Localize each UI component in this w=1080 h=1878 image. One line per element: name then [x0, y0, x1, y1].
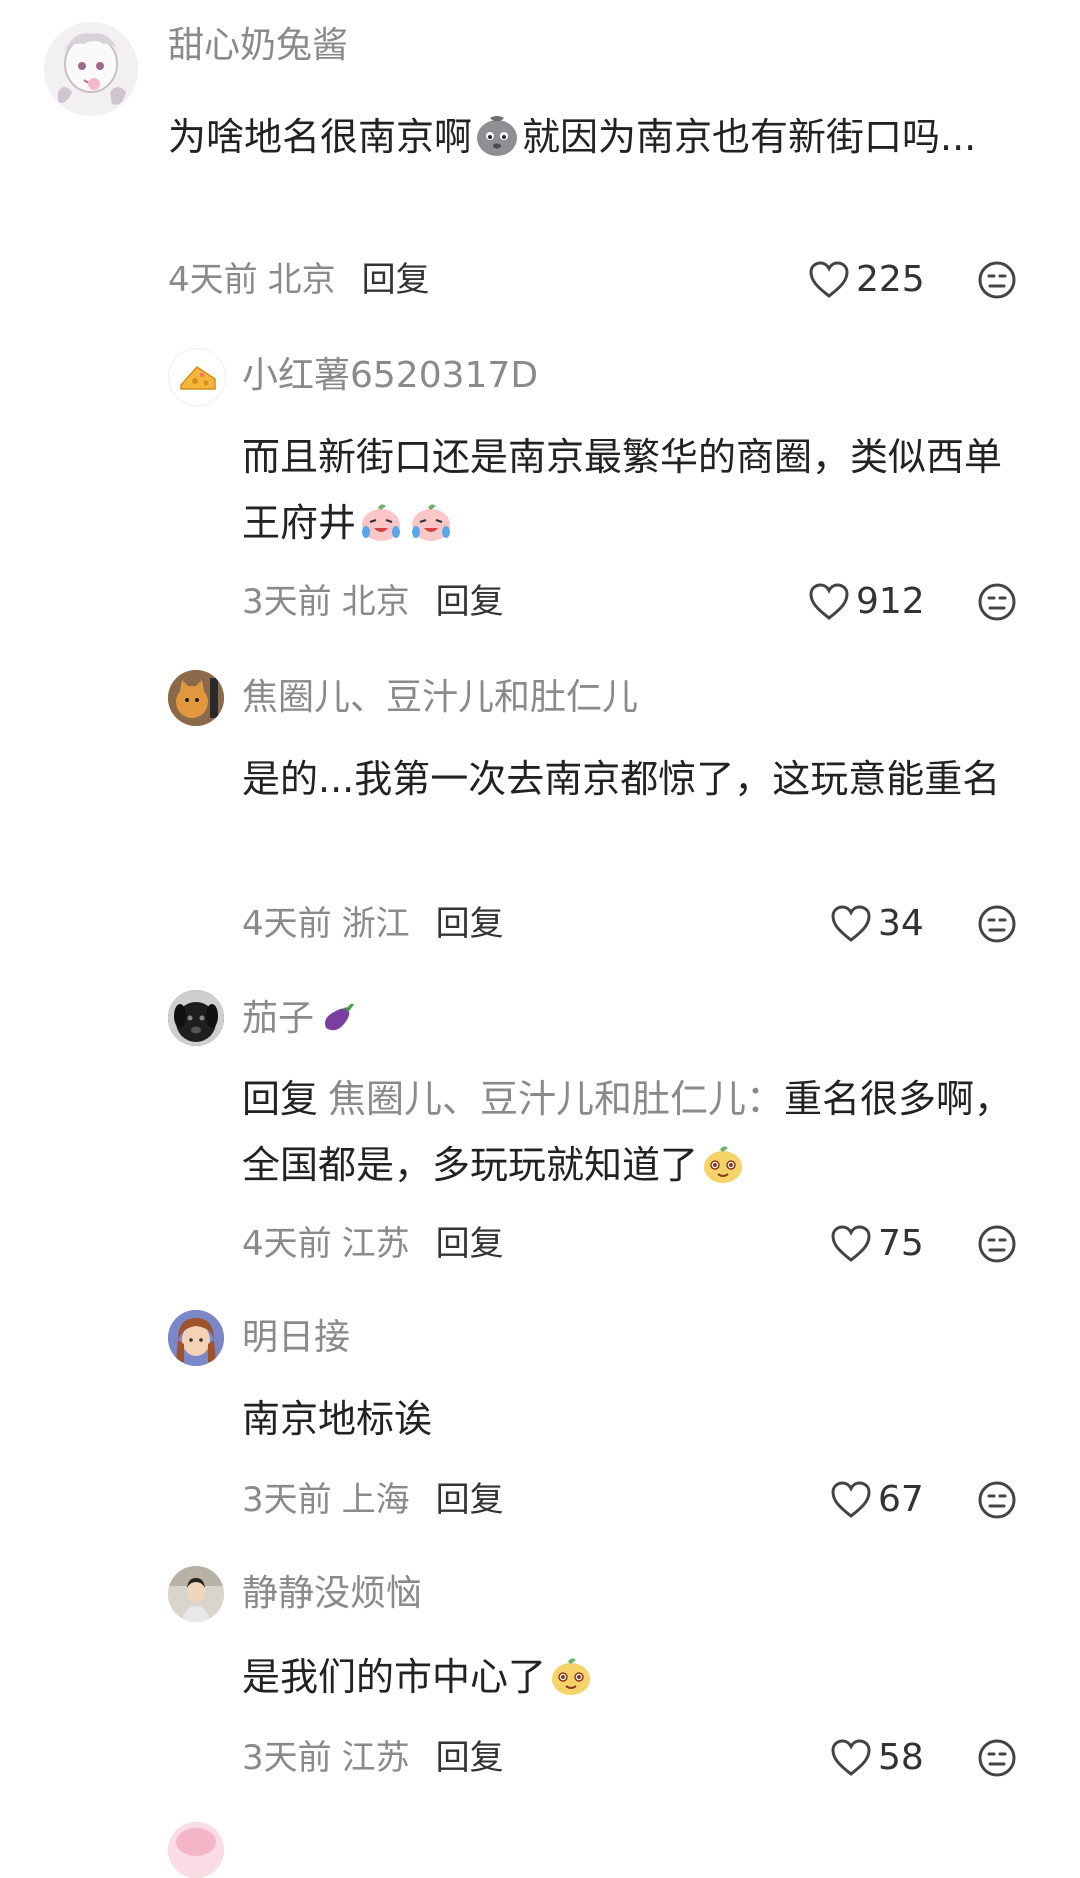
like-count: 67: [878, 1479, 924, 1520]
reply-button[interactable]: 回复: [436, 904, 504, 944]
reply-button[interactable]: 回复: [362, 260, 430, 300]
avatar[interactable]: [168, 1310, 224, 1366]
like-count: 912: [856, 581, 925, 622]
comment-text: 南京地标诶: [242, 1386, 1032, 1452]
neutral-face-icon: [978, 261, 1016, 299]
comment-location: 北京: [267, 260, 336, 300]
comment-location: 北京: [341, 582, 410, 622]
username[interactable]: 静静没烦恼: [242, 1572, 422, 1616]
anime-avatar-icon: [44, 22, 138, 116]
dislike-button[interactable]: [977, 1480, 1017, 1520]
dislike-button[interactable]: [977, 904, 1017, 944]
comment-location: 江苏: [341, 1224, 410, 1264]
comment-meta: 4天前 北京 回复: [168, 258, 430, 302]
comment-text-part: 南京地标诶: [242, 1397, 433, 1441]
dislike-button[interactable]: [977, 1738, 1017, 1778]
comment-meta: 3天前 上海 回复: [242, 1478, 504, 1522]
neutral-face-icon: [978, 583, 1016, 621]
dislike-button[interactable]: [977, 582, 1017, 622]
comment-text: 而且新街口还是南京最繁华的商圈，类似西单王府井: [242, 424, 1032, 556]
reply-button[interactable]: 回复: [436, 1480, 504, 1520]
comment-text: 为啥地名很南京啊 就因为南京也有新街口吗...: [168, 104, 988, 170]
heart-outline-icon: [831, 1225, 871, 1262]
heart-outline-icon: [831, 905, 871, 942]
comment-location: 浙江: [341, 904, 410, 944]
username[interactable]: 小红薯6520317D: [242, 354, 538, 398]
dog-avatar-icon: [168, 990, 224, 1046]
cat-avatar-icon: [168, 670, 224, 726]
crying-laughing-peach-emoji-icon: [358, 498, 404, 544]
comment-location: 上海: [341, 1480, 410, 1520]
comment-text-part: 为啥地名很南京啊: [168, 115, 473, 159]
anime-girl-avatar-icon: [168, 1310, 224, 1366]
comment-time: 4天前: [168, 260, 258, 300]
dislike-button[interactable]: [977, 1224, 1017, 1264]
neutral-face-icon: [978, 1739, 1016, 1777]
avatar[interactable]: [168, 670, 224, 726]
heart-outline-icon: [809, 261, 849, 298]
cheese-avatar-icon: [169, 349, 225, 405]
comment-time: 3天前: [242, 582, 332, 622]
heart-outline-icon: [831, 1481, 871, 1518]
heart-outline-icon: [809, 583, 849, 620]
comment-text-part: 是我们的市中心了: [242, 1655, 547, 1699]
reply-button[interactable]: 回复: [436, 1738, 504, 1778]
like-button[interactable]: 75: [830, 1222, 924, 1266]
comment-meta: 3天前 江苏 回复: [242, 1736, 504, 1780]
person-avatar-icon: [168, 1566, 224, 1622]
comment-text-part: 就因为南京也有新街口吗...: [522, 115, 977, 159]
username[interactable]: 明日接: [242, 1316, 350, 1360]
comment-meta: 4天前 江苏 回复: [242, 1222, 504, 1266]
like-button[interactable]: 34: [830, 902, 924, 946]
smug-face-emoji-icon: [548, 1652, 594, 1698]
comment-time: 3天前: [242, 1480, 332, 1520]
comment-text: 是的...我第一次去南京都惊了，这玩意能重名: [242, 746, 1032, 812]
comment-location: 江苏: [341, 1738, 410, 1778]
like-button[interactable]: 58: [830, 1736, 924, 1780]
dislike-button[interactable]: [977, 260, 1017, 300]
avatar[interactable]: [44, 22, 138, 116]
like-button[interactable]: 912: [808, 580, 925, 624]
comment-text: 回复 焦圈儿、豆汁儿和肚仁儿：重名很多啊，全国都是，多玩玩就知道了: [242, 1066, 1032, 1198]
comment-time: 4天前: [242, 1224, 332, 1264]
username[interactable]: 茄子: [242, 996, 358, 1041]
avatar[interactable]: [168, 348, 226, 406]
avatar[interactable]: [168, 990, 224, 1046]
sigh-face-emoji-icon: [474, 112, 520, 158]
like-button[interactable]: 225: [808, 258, 925, 302]
comment-time: 3天前: [242, 1738, 332, 1778]
like-button[interactable]: 67: [830, 1478, 924, 1522]
like-count: 58: [878, 1737, 924, 1778]
heart-outline-icon: [831, 1739, 871, 1776]
comment-text: 是我们的市中心了: [242, 1644, 1032, 1710]
reply-target-username[interactable]: 焦圈儿、豆汁儿和肚仁儿：: [328, 1077, 784, 1121]
neutral-face-icon: [978, 905, 1016, 943]
eggplant-emoji-icon: [318, 996, 358, 1036]
neutral-face-icon: [978, 1225, 1016, 1263]
reply-prefix: 回复: [242, 1077, 319, 1121]
avatar[interactable]: [168, 1566, 224, 1622]
avatar[interactable]: [168, 1822, 224, 1878]
neutral-face-icon: [978, 1481, 1016, 1519]
reply-button[interactable]: 回复: [436, 1224, 504, 1264]
comment-meta: 4天前 浙江 回复: [242, 902, 504, 946]
crying-laughing-peach-emoji-icon: [408, 498, 454, 544]
comment-meta: 3天前 北京 回复: [242, 580, 504, 624]
smug-face-emoji-icon: [700, 1140, 746, 1186]
username[interactable]: 焦圈儿、豆汁儿和肚仁儿: [242, 676, 638, 720]
comment-text-part: 而且新街口还是南京最繁华的商圈，类似西单王府井: [242, 435, 1003, 545]
comment-text-part: 是的...我第一次去南京都惊了，这玩意能重名: [242, 757, 1001, 801]
reply-button[interactable]: 回复: [436, 582, 504, 622]
username[interactable]: 甜心奶兔酱: [168, 24, 348, 68]
pink-avatar-icon: [168, 1822, 224, 1878]
like-count: 34: [878, 903, 924, 944]
like-count: 225: [856, 259, 925, 300]
like-count: 75: [878, 1223, 924, 1264]
comment-time: 4天前: [242, 904, 332, 944]
username-text: 茄子: [242, 998, 315, 1039]
